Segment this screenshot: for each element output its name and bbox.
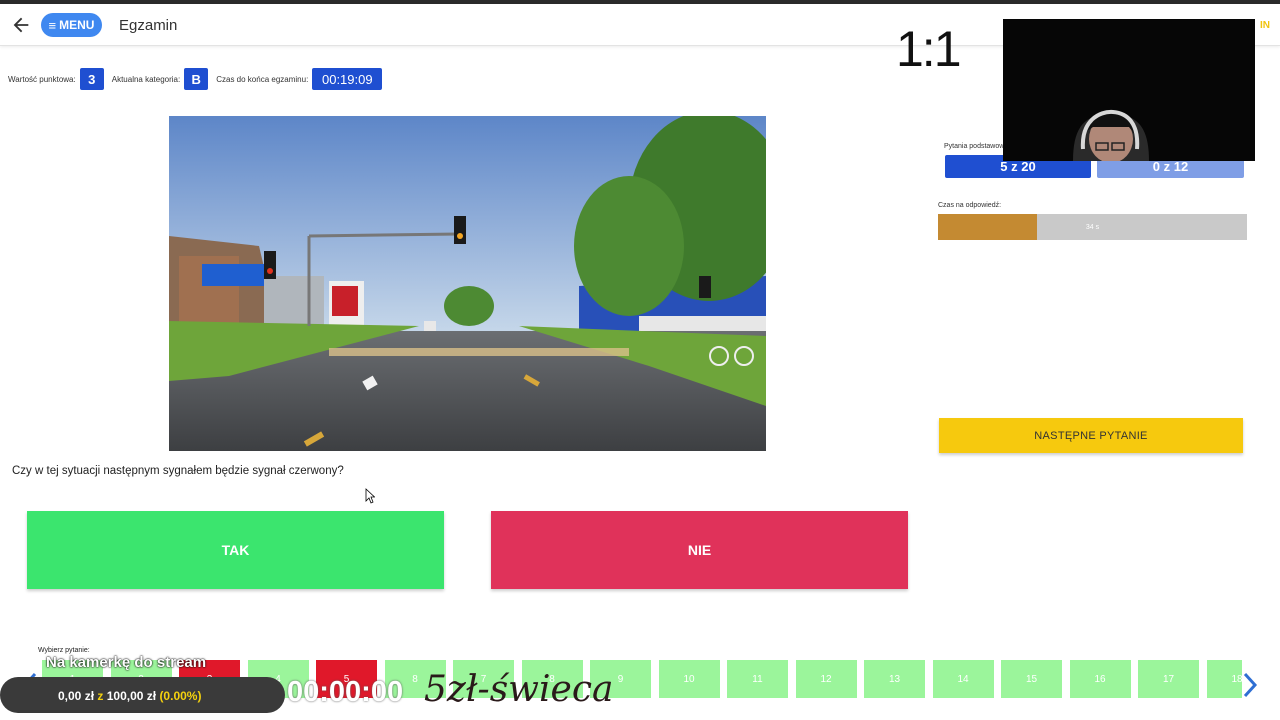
webcam-overlay (1003, 19, 1255, 161)
answer-time-text: 34 s (1085, 223, 1100, 231)
donation-goal: 100,00 zł (106, 689, 157, 703)
category-label: Aktualna kategoria: (111, 74, 181, 84)
donation-title: Na kamerkę do stream (46, 654, 207, 671)
stream-signature: 5zł-świeca (424, 669, 614, 710)
question-nav-item[interactable]: 12 (795, 660, 857, 698)
question-nav-item[interactable]: 10 (658, 660, 720, 698)
question-nav-item[interactable]: 11 (727, 660, 788, 698)
back-arrow-icon[interactable] (10, 14, 32, 36)
time-left-value: 00:19:09 (312, 68, 383, 90)
exam-info-bar: Wartość punktowa: 3 Aktualna kategoria: … (8, 68, 390, 90)
points-label: Wartość punktowa: (8, 74, 76, 84)
donation-separator: z (97, 689, 104, 703)
hamburger-icon: ≡ (48, 17, 57, 33)
question-text: Czy w tej sytuacji następnym sygnałem bę… (12, 465, 344, 477)
chevron-right-icon[interactable] (1240, 670, 1260, 700)
answer-time-bar: 34 s (938, 214, 1247, 240)
login-link[interactable]: IN (1260, 20, 1270, 31)
next-question-button[interactable]: NASTĘPNE PYTANIE (939, 418, 1243, 453)
stream-clock: 00:00:00 (287, 676, 404, 708)
question-nav-item[interactable]: 14 (932, 660, 994, 698)
category-value: B (184, 68, 209, 90)
question-image (169, 116, 766, 451)
mouse-cursor-icon (365, 488, 375, 504)
menu-button[interactable]: ≡ MENU (41, 13, 102, 37)
answer-no-button[interactable]: NIE (491, 511, 908, 589)
donation-current: 0,00 zł (58, 689, 95, 703)
question-nav-item[interactable]: 15 (1001, 660, 1062, 698)
donation-percent: (0.00%) (159, 689, 202, 703)
choose-question-label: Wybierz pytanie: (38, 647, 90, 654)
question-nav-item[interactable]: 16 (1069, 660, 1131, 698)
answer-time-label: Czas na odpowiedź: (938, 202, 1002, 209)
donation-progress: 0,00 zł z 100,00 zł (0.00%) (58, 689, 201, 703)
time-left-label: Czas do końca egzaminu: (216, 74, 309, 84)
question-nav-item[interactable]: 18 (1206, 660, 1242, 698)
question-nav-item[interactable]: 13 (864, 660, 925, 698)
points-value: 3 (79, 68, 104, 90)
menu-label: MENU (59, 18, 95, 32)
ratio-overlay-text: 1:1 (896, 21, 962, 77)
question-nav-item[interactable]: 17 (1138, 660, 1199, 698)
base-questions-label: Pytania podstawowe (944, 143, 1009, 150)
answer-yes-button[interactable]: TAK (27, 511, 444, 589)
page-title: Egzamin (119, 17, 178, 34)
